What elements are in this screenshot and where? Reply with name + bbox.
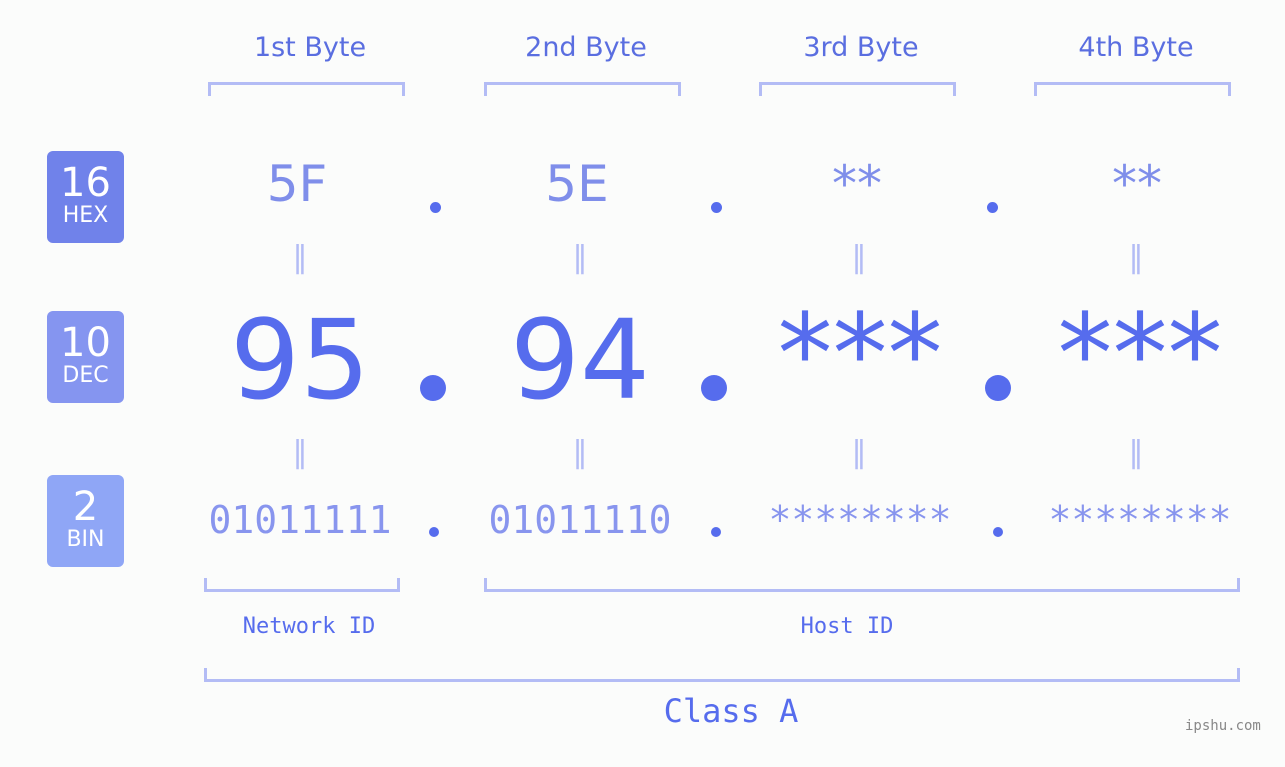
equals-sign: ‖ (1128, 435, 1144, 470)
watermark: ipshu.com (1185, 718, 1261, 734)
hex-byte-4: ** (1112, 155, 1162, 213)
dec-dot-3 (985, 375, 1011, 401)
equals-sign: ‖ (572, 240, 588, 275)
dec-byte-2: 94 (510, 296, 650, 424)
hex-byte-2: 5E (545, 155, 609, 213)
dec-byte-1: 95 (230, 296, 370, 424)
equals-sign: ‖ (851, 240, 867, 275)
header-byte-1: 1st Byte (253, 32, 367, 63)
hex-dot-3 (987, 202, 998, 213)
badge-dec-label: DEC (62, 363, 109, 388)
bracket-byte-4 (1034, 82, 1231, 96)
dec-byte-4: *** (1057, 290, 1223, 418)
bracket-network-id (204, 578, 400, 592)
hex-byte-1: 5F (266, 155, 328, 213)
class-label: Class A (663, 692, 799, 730)
bin-byte-3: ******** (768, 498, 952, 542)
bracket-byte-2 (484, 82, 681, 96)
equals-sign: ‖ (292, 240, 308, 275)
badge-hex-label: HEX (62, 203, 109, 228)
bin-dot-1 (429, 527, 439, 537)
hex-dot-2 (711, 202, 722, 213)
bin-byte-1: 01011111 (208, 498, 392, 542)
header-byte-2: 2nd Byte (525, 32, 647, 63)
host-id-label: Host ID (800, 614, 894, 639)
badge-bin-num: 2 (72, 484, 99, 530)
bin-byte-2: 01011110 (488, 498, 672, 542)
bin-dot-3 (993, 527, 1003, 537)
hex-dot-1 (430, 202, 441, 213)
header-byte-3: 3rd Byte (803, 32, 919, 63)
badge-bin-label: BIN (66, 527, 105, 552)
dec-dot-2 (701, 375, 727, 401)
bracket-host-id (484, 578, 1240, 592)
equals-sign: ‖ (1128, 240, 1144, 275)
bracket-byte-3 (759, 82, 956, 96)
dec-byte-3: *** (777, 290, 943, 418)
bin-dot-2 (711, 527, 721, 537)
badge-hex: 16 HEX (47, 151, 124, 243)
badge-dec: 10 DEC (47, 311, 124, 403)
equals-sign: ‖ (292, 435, 308, 470)
badge-bin: 2 BIN (47, 475, 124, 567)
equals-sign: ‖ (851, 435, 867, 470)
network-id-label: Network ID (242, 614, 376, 639)
dec-dot-1 (420, 375, 446, 401)
bin-byte-4: ******** (1048, 498, 1232, 542)
badge-hex-num: 16 (60, 160, 111, 206)
hex-byte-3: ** (832, 155, 882, 213)
bracket-byte-1 (208, 82, 405, 96)
badge-dec-num: 10 (60, 320, 111, 366)
header-byte-4: 4th Byte (1078, 32, 1194, 63)
equals-sign: ‖ (572, 435, 588, 470)
bracket-class (204, 668, 1240, 682)
